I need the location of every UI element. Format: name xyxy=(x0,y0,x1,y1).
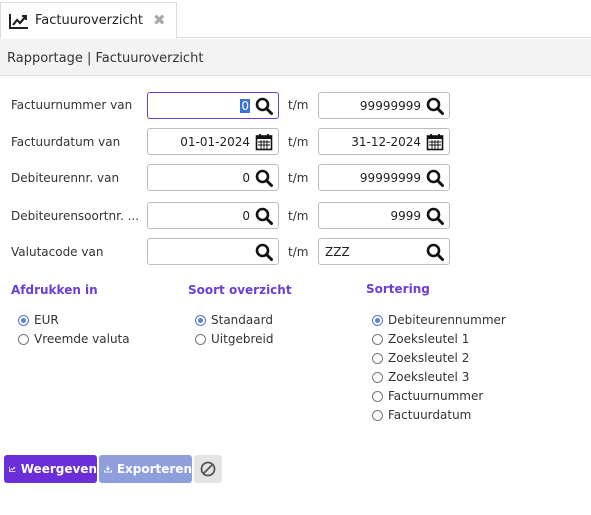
search-icon[interactable] xyxy=(426,243,444,261)
radio-vreemde-valuta[interactable]: Vreemde valuta xyxy=(18,332,130,346)
valutacode-from-input[interactable] xyxy=(147,238,279,265)
factuurdatum-to-input[interactable]: 31-12-2024 xyxy=(318,128,450,155)
ban-icon xyxy=(200,461,216,477)
radio-eur[interactable]: EUR xyxy=(18,313,59,327)
radio-dot[interactable] xyxy=(195,333,206,345)
search-icon[interactable] xyxy=(255,169,273,187)
debiteurennr-from-input[interactable]: 0 xyxy=(147,164,279,191)
debiteurensoortnr-from-value: 0 xyxy=(242,209,250,223)
radio-dot[interactable] xyxy=(372,409,383,421)
breadcrumb-bar: Rapportage | Factuuroverzicht xyxy=(0,39,591,76)
soort-heading: Soort overzicht xyxy=(188,283,292,297)
search-icon[interactable] xyxy=(255,97,273,115)
tab-title: Factuuroverzicht xyxy=(35,13,143,28)
weergeven-button[interactable]: Weergeven xyxy=(4,455,97,483)
afdrukken-heading: Afdrukken in xyxy=(11,283,98,297)
chart-line-icon xyxy=(9,466,16,472)
label-valutacode: Valutacode van xyxy=(11,245,104,259)
debiteurensoortnr-to-value: 9999 xyxy=(390,209,421,223)
tm-label: t/m xyxy=(288,135,309,149)
radio-label: Zoeksleutel 1 xyxy=(388,332,470,346)
radio-label: Zoeksleutel 3 xyxy=(388,370,470,384)
factuurdatum-to-value: 31-12-2024 xyxy=(351,135,421,149)
tm-label: t/m xyxy=(288,98,309,112)
radio-dot[interactable] xyxy=(372,390,383,402)
valutacode-to-input[interactable]: ZZZ xyxy=(318,238,450,265)
annuleren-button[interactable] xyxy=(194,455,222,483)
factuurdatum-from-input[interactable]: 01-01-2024 xyxy=(147,128,279,155)
radio-dot[interactable] xyxy=(18,314,29,326)
tm-label: t/m xyxy=(288,209,309,223)
chart-line-icon xyxy=(9,14,28,29)
label-debiteurensoortnr: Debiteurensoortnr. ... xyxy=(11,209,140,223)
radio-debiteurennummer[interactable]: Debiteurennummer xyxy=(372,313,506,327)
tab-bar: Factuuroverzicht ✖ xyxy=(0,0,591,39)
weergeven-label: Weergeven xyxy=(20,462,97,476)
calendar-icon[interactable] xyxy=(255,133,273,151)
debiteurennr-from-value: 0 xyxy=(242,171,250,185)
radio-factuurdatum[interactable]: Factuurdatum xyxy=(372,408,471,422)
radio-label: Zoeksleutel 2 xyxy=(388,351,470,365)
radio-zoeksleutel-2[interactable]: Zoeksleutel 2 xyxy=(372,351,469,365)
radio-standaard[interactable]: Standaard xyxy=(195,313,273,327)
calendar-icon[interactable] xyxy=(426,133,444,151)
debiteurennr-to-value: 99999999 xyxy=(359,171,421,185)
radio-label: Vreemde valuta xyxy=(34,332,130,346)
radio-label: Factuurdatum xyxy=(388,408,472,422)
radio-dot[interactable] xyxy=(372,314,383,326)
factuurnummer-from-value: 0 xyxy=(240,99,250,113)
radio-dot[interactable] xyxy=(372,371,383,383)
tm-label: t/m xyxy=(288,245,309,259)
search-icon[interactable] xyxy=(255,207,273,225)
factuurnummer-to-value: 99999999 xyxy=(359,99,421,113)
radio-dot[interactable] xyxy=(372,352,383,364)
radio-zoeksleutel-3[interactable]: Zoeksleutel 3 xyxy=(372,370,469,384)
search-icon[interactable] xyxy=(426,169,444,187)
debiteurennr-to-input[interactable]: 99999999 xyxy=(318,164,450,191)
radio-dot[interactable] xyxy=(18,333,29,345)
radio-label: Uitgebreid xyxy=(211,332,274,346)
factuurdatum-from-value: 01-01-2024 xyxy=(180,135,250,149)
search-icon[interactable] xyxy=(426,207,444,225)
label-factuurdatum: Factuurdatum van xyxy=(11,135,121,149)
download-icon xyxy=(104,465,112,473)
label-factuurnummer: Factuurnummer van xyxy=(11,98,133,112)
radio-dot[interactable] xyxy=(372,333,383,345)
exporteren-label: Exporteren xyxy=(116,462,192,476)
factuurnummer-from-input[interactable]: 0 xyxy=(147,92,279,119)
debiteurensoortnr-from-input[interactable]: 0 xyxy=(147,202,279,229)
valutacode-to-value: ZZZ xyxy=(325,245,350,259)
sortering-heading: Sortering xyxy=(366,282,430,296)
breadcrumb: Rapportage | Factuuroverzicht xyxy=(7,51,204,66)
radio-zoeksleutel-1[interactable]: Zoeksleutel 1 xyxy=(372,332,469,346)
search-icon[interactable] xyxy=(426,97,444,115)
radio-label: Debiteurennummer xyxy=(388,313,506,327)
factuurnummer-to-input[interactable]: 99999999 xyxy=(318,92,450,119)
exporteren-button[interactable]: Exporteren xyxy=(99,455,192,483)
radio-uitgebreid[interactable]: Uitgebreid xyxy=(195,332,273,346)
radio-label: EUR xyxy=(34,313,59,327)
tm-label: t/m xyxy=(288,171,309,185)
tab-factuuroverzicht[interactable]: Factuuroverzicht ✖ xyxy=(0,2,177,39)
search-icon[interactable] xyxy=(255,243,273,261)
radio-label: Factuurnummer xyxy=(388,389,484,403)
label-debiteurennr: Debiteurennr. van xyxy=(11,171,120,185)
radio-factuurnummer[interactable]: Factuurnummer xyxy=(372,389,483,403)
radio-label: Standaard xyxy=(211,313,273,327)
close-icon[interactable]: ✖ xyxy=(153,11,166,29)
debiteurensoortnr-to-input[interactable]: 9999 xyxy=(318,202,450,229)
radio-dot[interactable] xyxy=(195,314,206,326)
